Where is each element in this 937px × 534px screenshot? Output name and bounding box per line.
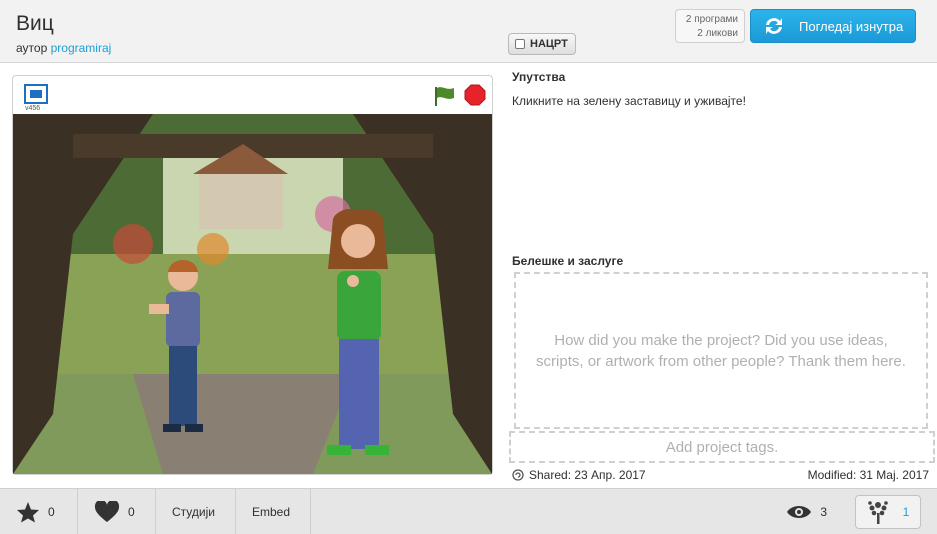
girl-sprite[interactable] [313,209,403,469]
byline-prefix: аутор [16,41,48,55]
instructions-text[interactable]: Кликните на зелену заставицу и уживајте! [512,94,746,108]
byline: аутор programiraj [16,41,111,55]
embed-button[interactable]: Embed [236,489,311,534]
draft-label: НАЦРТ [530,38,568,50]
author-link[interactable]: programiraj [51,41,112,55]
draft-checkbox[interactable] [515,39,525,49]
notes-field[interactable]: How did you make the project? Did you us… [514,272,928,429]
project-details: Упутства Кликните на зелену заставицу и … [507,63,937,489]
instructions-label: Упутства [512,70,566,84]
scripts-count: 2 програми [685,14,738,25]
see-inside-label: Погледај изнутра [799,18,904,34]
favorite-button[interactable]: 0 [0,489,78,534]
modified-date: Modified: 31 Maj. 2017 [807,468,929,482]
views-count: 3 [820,505,827,519]
player-controls: v456 [13,76,492,114]
project-player: v456 [12,75,493,475]
remix-tree-icon [867,501,888,524]
green-flag-icon[interactable] [433,85,457,107]
player-version: v456 [25,105,41,112]
project-counts: 2 програми 2 ликови [675,9,745,43]
project-title: Виц [16,12,54,35]
notes-label: Белешке и заслуге [512,254,624,268]
sprites-count: 2 ликови [697,28,738,39]
project-footer: 0 0 Студији Embed 3 1 [0,488,937,534]
project-stage[interactable] [13,114,492,474]
heart-icon [94,501,120,522]
love-button[interactable]: 0 [78,489,156,534]
shared-icon [512,469,524,481]
tags-field[interactable]: Add project tags. [509,431,935,463]
embed-label: Embed [252,505,291,519]
studios-button[interactable]: Студији [156,489,236,534]
remix-tree-button[interactable]: 1 [855,495,921,529]
fullscreen-icon[interactable] [24,84,48,104]
remix-count: 1 [902,505,910,519]
draft-toggle[interactable]: НАЦРТ [508,33,576,55]
stop-icon[interactable] [464,84,486,106]
favorite-count: 0 [48,505,55,519]
shared-text: Shared: 23 Апр. 2017 [529,468,646,482]
studios-label: Студији [172,505,215,519]
boy-sprite[interactable] [143,254,223,454]
project-content: v456 Упутства Кликните на зелену застави… [0,62,937,488]
see-inside-icon [766,18,782,34]
project-header: Виц аутор programiraj НАЦРТ 2 програми 2… [0,0,937,62]
views-counter: 3 [786,489,827,534]
shared-date: Shared: 23 Апр. 2017 [512,468,646,482]
eye-icon [787,506,812,518]
stage-backdrop [13,114,492,474]
love-count: 0 [128,505,135,519]
see-inside-button[interactable]: Погледај изнутра [750,9,916,43]
star-icon [17,502,39,523]
